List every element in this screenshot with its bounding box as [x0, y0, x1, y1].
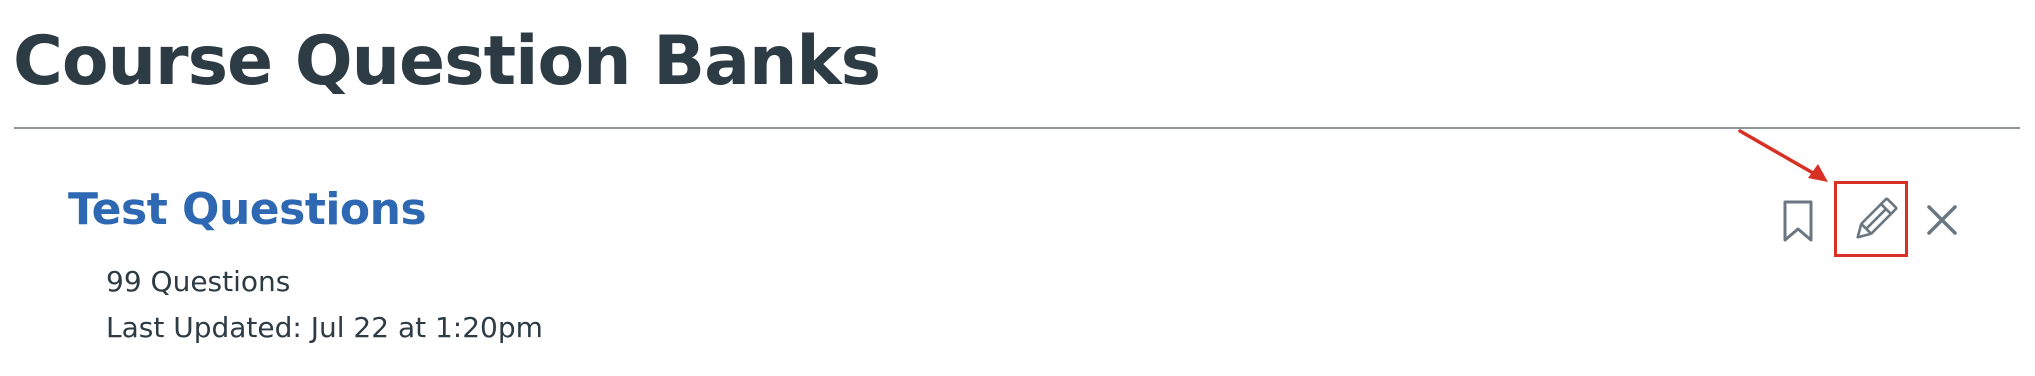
- page-title: Course Question Banks: [13, 22, 881, 101]
- edit-button[interactable]: [1846, 193, 1902, 249]
- close-icon: [1927, 205, 1957, 235]
- question-bank-title-link[interactable]: Test Questions: [68, 180, 427, 240]
- question-bank-item: Test Questions 99 Questions Last Updated…: [0, 130, 2035, 376]
- last-updated: Last Updated: Jul 22 at 1:20pm: [106, 311, 543, 344]
- title-divider: [14, 127, 2020, 129]
- question-count: 99 Questions: [106, 265, 291, 298]
- bookmark-button[interactable]: [1781, 199, 1815, 243]
- bookmark-icon: [1783, 200, 1813, 242]
- pencil-icon: [1856, 197, 1898, 239]
- delete-button[interactable]: [1924, 202, 1960, 238]
